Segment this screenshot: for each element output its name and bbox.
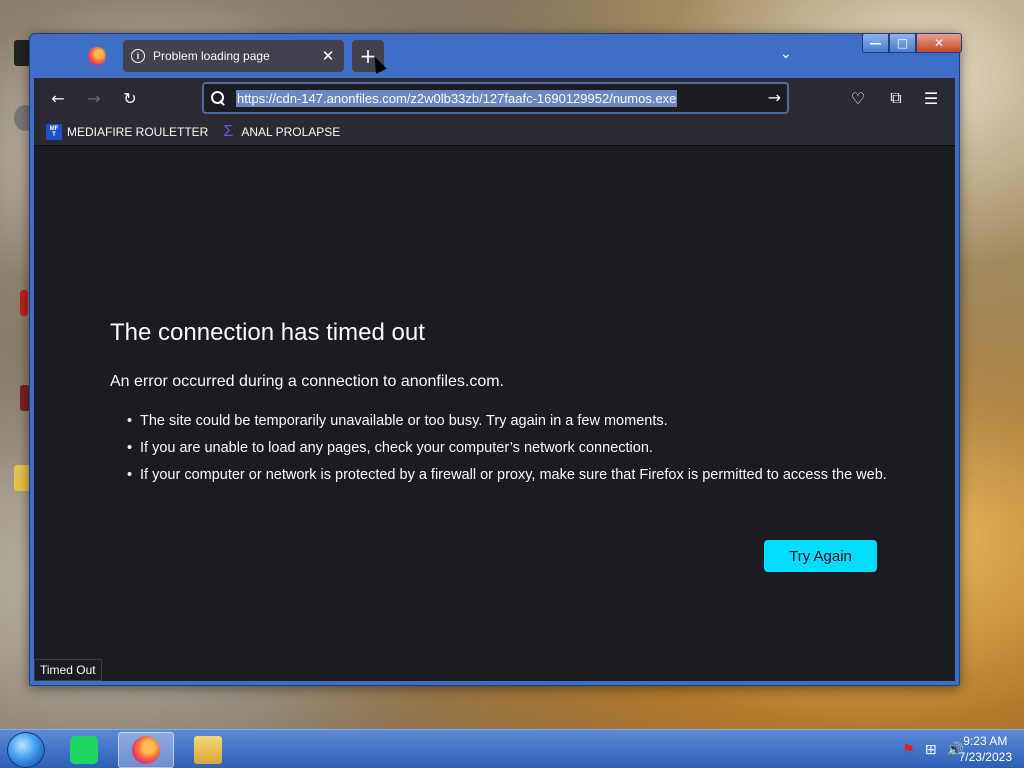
url-text[interactable]: https://cdn-147.anonfiles.com/z2w0lb33zb… <box>236 89 678 107</box>
desktop-icon-2[interactable] <box>0 105 36 131</box>
search-icon <box>210 90 226 106</box>
sigma-favicon-icon: Σ <box>223 122 234 140</box>
error-page: The connection has timed out An error oc… <box>34 147 955 681</box>
browser-window: i Problem loading page ✕ + ⌄ ← → ↻ https… <box>29 33 962 686</box>
clock-date: 7/23/2023 <box>958 750 1012 764</box>
bookmark-mediafire[interactable]: MF T MEDIAFIRE ROULETTER <box>46 123 209 140</box>
clock[interactable]: 9:23 AM 7/23/2023 <box>959 733 1012 765</box>
clock-time: 9:23 AM <box>963 734 1008 748</box>
list-item: The site could be temporarily unavailabl… <box>127 411 887 431</box>
list-item: If you are unable to load any pages, che… <box>127 438 887 458</box>
tab-close-icon[interactable]: ✕ <box>318 47 338 65</box>
url-bar[interactable]: https://cdn-147.anonfiles.com/z2w0lb33zb… <box>202 82 789 114</box>
maximize-icon[interactable]: □ <box>889 33 916 53</box>
firefox-icon[interactable] <box>118 732 174 768</box>
forward-icon[interactable]: → <box>82 87 106 109</box>
error-title: The connection has timed out <box>110 319 425 346</box>
pocket-icon[interactable]: ♡ <box>846 87 870 109</box>
window-controls: — □ ✕ <box>862 33 962 53</box>
try-again-button[interactable]: Try Again <box>764 540 877 572</box>
desktop-icon-3[interactable] <box>0 290 32 316</box>
network-icon[interactable]: ⊞ <box>925 742 937 758</box>
title-bar[interactable]: i Problem loading page ✕ + ⌄ <box>34 34 955 78</box>
spotify-icon[interactable] <box>56 732 112 768</box>
back-icon[interactable]: ← <box>46 87 70 109</box>
desktop-icon-4[interactable] <box>0 385 32 411</box>
start-button[interactable] <box>7 732 45 768</box>
error-subtitle: An error occurred during a connection to… <box>110 373 504 390</box>
taskbar: ⚑ ⊞ 🔊 9:23 AM 7/23/2023 <box>0 729 1024 768</box>
tab-title: Problem loading page <box>153 49 270 63</box>
desktop-icon-5[interactable] <box>0 465 36 491</box>
nav-toolbar: ← → ↻ https://cdn-147.anonfiles.com/z2w0… <box>34 78 955 118</box>
tab-problem-loading[interactable]: i Problem loading page ✕ <box>123 40 344 72</box>
menu-icon[interactable]: ☰ <box>919 87 943 109</box>
list-item: If your computer or network is protected… <box>127 465 887 485</box>
firefox-logo-icon <box>88 47 106 65</box>
close-window-icon[interactable]: ✕ <box>916 33 962 53</box>
flag-icon[interactable]: ⚑ <box>902 742 915 758</box>
extensions-icon[interactable]: ⧉ <box>884 87 908 109</box>
system-tray: ⚑ ⊞ 🔊 <box>902 742 964 758</box>
browser-frame: i Problem loading page ✕ + ⌄ ← → ↻ https… <box>34 34 955 681</box>
error-suggestions: The site could be temporarily unavailabl… <box>127 411 887 492</box>
bookmark-anal-prolapse[interactable]: Σ ANAL PROLAPSE <box>220 122 341 140</box>
list-all-tabs-icon[interactable]: ⌄ <box>780 46 792 62</box>
minimize-icon[interactable]: — <box>862 33 889 53</box>
desktop-icon-1[interactable] <box>0 40 36 66</box>
status-text: Timed Out <box>34 659 102 681</box>
bookmarks-toolbar: MF T MEDIAFIRE ROULETTER Σ ANAL PROLAPSE <box>34 118 955 146</box>
bookmark-label: MEDIAFIRE ROULETTER <box>67 124 209 139</box>
go-arrow-icon[interactable]: → <box>768 88 781 107</box>
file-explorer-icon[interactable] <box>180 732 236 768</box>
info-icon: i <box>131 49 145 63</box>
reload-icon[interactable]: ↻ <box>118 87 142 109</box>
bookmark-label: ANAL PROLAPSE <box>241 124 341 139</box>
mediafire-favicon-icon: MF T <box>46 123 62 140</box>
